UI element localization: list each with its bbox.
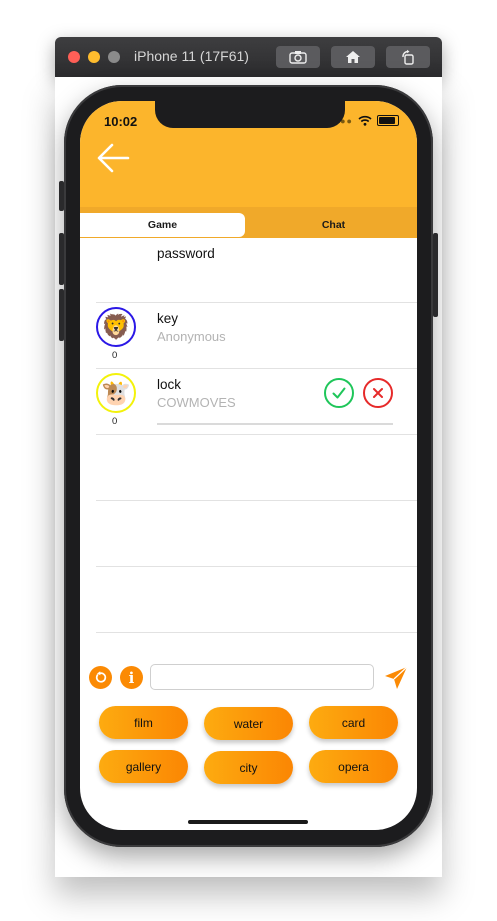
battery-icon (377, 115, 399, 126)
info-icon: i (128, 668, 135, 687)
accept-button[interactable] (324, 378, 354, 408)
power-button (433, 233, 438, 317)
message-input[interactable] (150, 664, 374, 690)
notch (155, 101, 345, 128)
segmented-control: Game Chat (80, 207, 417, 238)
word-label: password (157, 246, 215, 261)
home-indicator (188, 820, 308, 824)
volume-down-button (59, 289, 64, 341)
mute-switch (59, 181, 64, 211)
author-label: Anonymous (157, 329, 226, 344)
word-button-film[interactable]: film (99, 706, 188, 739)
word-button-gallery[interactable]: gallery (99, 750, 188, 783)
cow-emoji-icon: 🐮 (96, 373, 136, 413)
undo-button[interactable] (89, 666, 112, 689)
minimize-window-button[interactable] (88, 51, 100, 63)
player-score: 0 (112, 350, 118, 361)
word-button-water[interactable]: water (204, 707, 293, 740)
word-button-city[interactable]: city (204, 751, 293, 784)
status-time: 10:02 (104, 114, 138, 129)
screenshot-button[interactable] (276, 46, 320, 68)
list-item[interactable]: 🦁 0 key Anonymous (96, 303, 417, 369)
app-screen: 10:02 ●●●● Game Chat password 🦁 0 key An… (80, 101, 417, 830)
player-score: 0 (112, 416, 118, 427)
rotate-button[interactable] (386, 46, 430, 68)
word-label: key (157, 311, 179, 326)
home-button[interactable] (331, 46, 375, 68)
word-label: lock (157, 377, 182, 392)
wifi-icon (358, 115, 372, 126)
tab-game[interactable]: Game (80, 213, 245, 237)
undo-icon (95, 671, 107, 683)
tab-chat[interactable]: Chat (250, 213, 417, 237)
simulator-title: iPhone 11 (17F61) (134, 48, 249, 64)
word-button-opera[interactable]: opera (309, 750, 398, 783)
list-item (96, 435, 417, 501)
close-window-button[interactable] (68, 51, 80, 63)
home-icon (346, 51, 360, 63)
accept-icon (332, 387, 346, 399)
simulator-toolbar: iPhone 11 (17F61) (55, 37, 442, 77)
list-item (96, 567, 417, 633)
author-label: COWMOVES (157, 395, 236, 410)
vote-progress-bar (157, 423, 393, 425)
list-item[interactable]: password (96, 238, 417, 303)
word-list: password 🦁 0 key Anonymous 🐮 0 lock COWM… (96, 238, 417, 633)
zoom-window-button[interactable] (108, 51, 120, 63)
reject-icon (373, 388, 383, 398)
list-item (96, 501, 417, 567)
list-item[interactable]: 🐮 0 lock COWMOVES (96, 369, 417, 435)
screenshot-icon (289, 51, 307, 64)
lion-emoji-icon: 🦁 (96, 307, 136, 347)
reject-button[interactable] (363, 378, 393, 408)
rotate-icon (402, 49, 414, 65)
send-icon[interactable] (383, 665, 409, 691)
back-arrow-icon[interactable] (96, 141, 136, 175)
info-button[interactable]: i (120, 666, 143, 689)
volume-up-button (59, 233, 64, 285)
word-button-card[interactable]: card (309, 706, 398, 739)
